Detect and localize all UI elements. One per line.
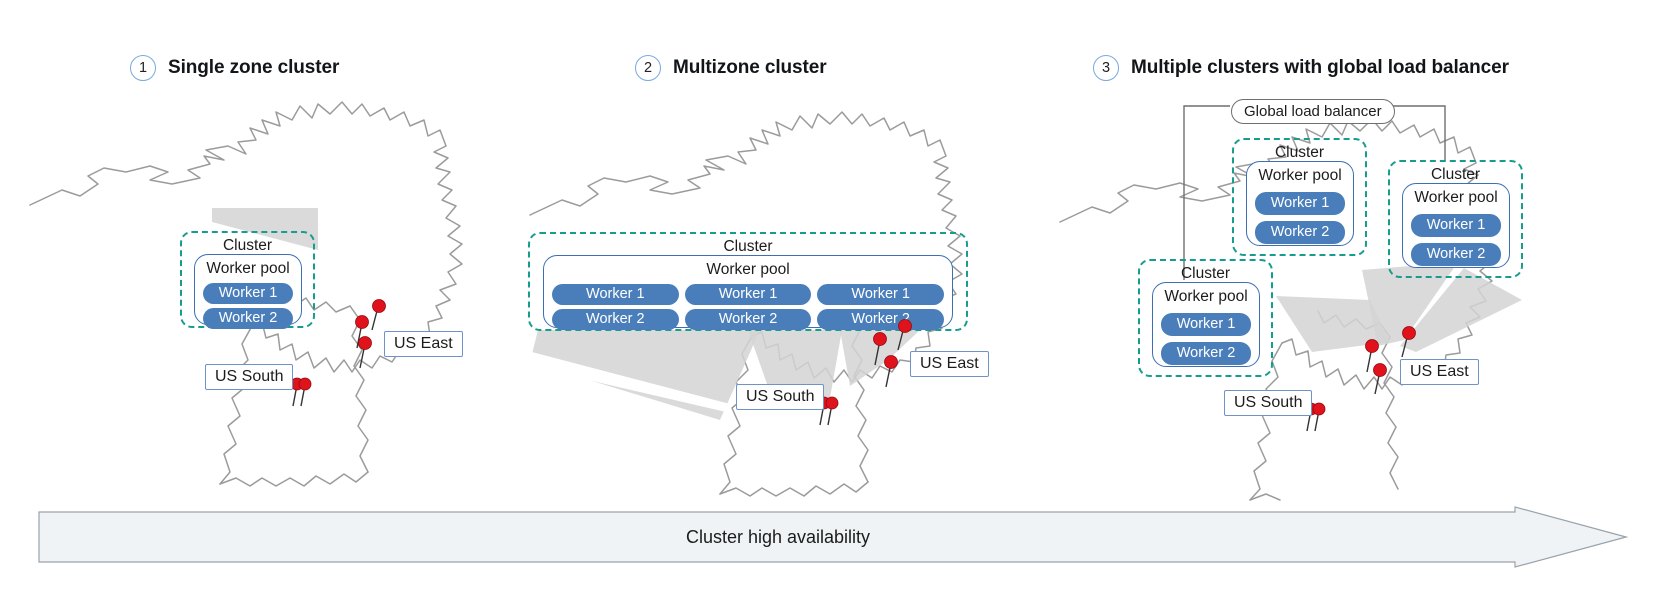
- map-pins-3: [1304, 326, 1416, 432]
- panel-multiple-clusters-global-load-balancer: 3 Multiple clusters with global load bal…: [1059, 0, 1664, 501]
- arrow-label: Cluster high availability: [685, 526, 871, 547]
- location-label-us-east-3[interactable]: US East: [1400, 359, 1479, 385]
- map-pins-1: [290, 299, 386, 407]
- location-label-us-east-1[interactable]: US East: [384, 331, 463, 357]
- location-label-us-east-2[interactable]: US East: [910, 351, 989, 377]
- map-pins-2: [817, 319, 912, 426]
- location-label-us-south-1[interactable]: US South: [205, 364, 294, 390]
- panel-single-zone-cluster: 1 Single zone cluster Cluster Worker poo…: [0, 0, 520, 500]
- location-label-us-south-3[interactable]: US South: [1224, 390, 1313, 416]
- cluster-high-availability-arrow: Cluster high availability: [38, 506, 1628, 568]
- location-label-us-south-2[interactable]: US South: [736, 384, 825, 410]
- panel-multizone-cluster: 2 Multizone cluster Cluster Worker pool …: [520, 0, 1060, 500]
